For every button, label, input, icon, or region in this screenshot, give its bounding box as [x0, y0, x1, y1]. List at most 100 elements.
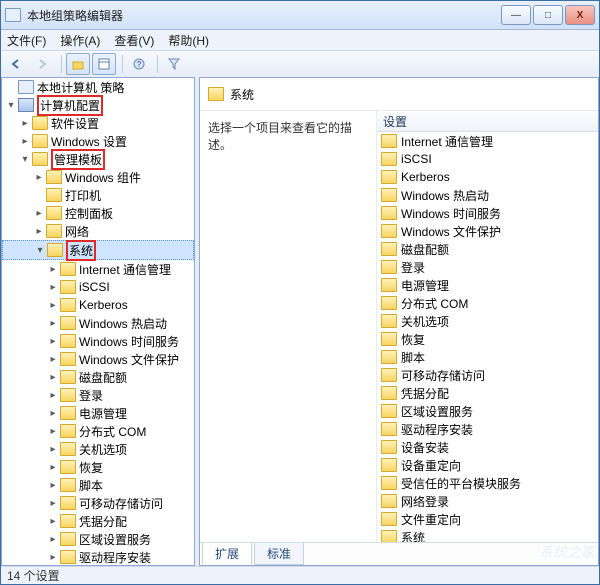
expand-icon[interactable]: ▸: [48, 462, 58, 473]
settings-list[interactable]: 设置 Internet 通信管理iSCSIKerberosWindows 热启动…: [377, 111, 598, 542]
list-item[interactable]: 受信任的平台模块服务: [377, 474, 598, 492]
tab-standard[interactable]: 标准: [254, 543, 304, 565]
list-item[interactable]: iSCSI: [377, 150, 598, 168]
tree-node[interactable]: ▸iSCSI: [2, 278, 194, 296]
expand-icon[interactable]: ▸: [48, 372, 58, 383]
tree-node[interactable]: ▸Windows 组件: [2, 168, 194, 186]
collapse-icon[interactable]: ▾: [20, 154, 30, 165]
menu-action[interactable]: 操作(A): [60, 32, 100, 49]
expand-icon[interactable]: ▸: [48, 264, 58, 275]
tree-node[interactable]: ▸分布式 COM: [2, 422, 194, 440]
expand-icon[interactable]: ▸: [20, 136, 30, 147]
expand-icon[interactable]: ▸: [48, 516, 58, 527]
tree-node[interactable]: ▾计算机配置: [2, 96, 194, 114]
list-item[interactable]: Windows 时间服务: [377, 204, 598, 222]
folder-icon: [46, 170, 62, 184]
tree-node[interactable]: ▸网络: [2, 222, 194, 240]
tree-node[interactable]: ▸登录: [2, 386, 194, 404]
forward-button[interactable]: [31, 53, 55, 75]
up-button[interactable]: [66, 53, 90, 75]
list-item[interactable]: 设备安装: [377, 438, 598, 456]
tree-node[interactable]: ▸脚本: [2, 476, 194, 494]
expand-icon[interactable]: ▸: [34, 226, 44, 237]
menu-view[interactable]: 查看(V): [114, 32, 154, 49]
list-item[interactable]: Kerberos: [377, 168, 598, 186]
list-item[interactable]: 可移动存储访问: [377, 366, 598, 384]
expand-icon[interactable]: ▸: [34, 172, 44, 183]
expand-icon[interactable]: ▸: [48, 444, 58, 455]
expand-icon[interactable]: ▸: [48, 282, 58, 293]
tree-node[interactable]: ▸驱动程序安装: [2, 548, 194, 566]
tree-node[interactable]: ▾系统: [2, 240, 194, 260]
tree-node[interactable]: ▸区域设置服务: [2, 530, 194, 548]
list-item[interactable]: 系统: [377, 528, 598, 542]
expand-icon[interactable]: ▸: [48, 480, 58, 491]
list-item[interactable]: 脚本: [377, 348, 598, 366]
folder-icon: [381, 530, 397, 542]
tree-node[interactable]: ▸关机选项: [2, 440, 194, 458]
list-item[interactable]: 磁盘配额: [377, 240, 598, 258]
list-item[interactable]: 驱动程序安装: [377, 420, 598, 438]
titlebar[interactable]: 本地组策略编辑器 — □ X: [1, 1, 599, 30]
tree-node[interactable]: ▸凭据分配: [2, 512, 194, 530]
list-item[interactable]: 关机选项: [377, 312, 598, 330]
folder-icon: [381, 458, 397, 472]
tree-node[interactable]: ▸电源管理: [2, 404, 194, 422]
tree-node[interactable]: ▸Windows 时间服务: [2, 332, 194, 350]
menu-help[interactable]: 帮助(H): [168, 32, 209, 49]
tree-node[interactable]: ▸Windows 热启动: [2, 314, 194, 332]
tree-node[interactable]: ▸软件设置: [2, 114, 194, 132]
list-item[interactable]: 恢复: [377, 330, 598, 348]
filter-button[interactable]: [162, 53, 186, 75]
list-item[interactable]: 区域设置服务: [377, 402, 598, 420]
tree-node[interactable]: ▸控制面板: [2, 204, 194, 222]
tree-node[interactable]: 本地计算机 策略: [2, 78, 194, 96]
list-item[interactable]: 分布式 COM: [377, 294, 598, 312]
tree-node[interactable]: ▸磁盘配额: [2, 368, 194, 386]
list-item-label: 设备安装: [401, 439, 449, 456]
menu-file[interactable]: 文件(F): [7, 32, 46, 49]
expand-icon[interactable]: ▸: [48, 498, 58, 509]
expand-icon[interactable]: ▸: [20, 118, 30, 129]
expand-icon[interactable]: ▸: [48, 318, 58, 329]
tree-node[interactable]: ▸Windows 设置: [2, 132, 194, 150]
folder-icon: [381, 134, 397, 148]
expand-icon[interactable]: ▸: [48, 552, 58, 563]
collapse-icon[interactable]: ▾: [35, 245, 45, 256]
list-item[interactable]: 设备重定向: [377, 456, 598, 474]
view-button[interactable]: [92, 53, 116, 75]
minimize-button[interactable]: —: [501, 5, 531, 25]
expand-icon[interactable]: ▸: [48, 300, 58, 311]
tree-node[interactable]: ▸Kerberos: [2, 296, 194, 314]
list-item-label: Windows 文件保护: [401, 223, 501, 240]
tree-node[interactable]: ▸Windows 文件保护: [2, 350, 194, 368]
tree-pane[interactable]: 本地计算机 策略▾计算机配置▸软件设置▸Windows 设置▾管理模板▸Wind…: [1, 77, 195, 566]
expand-icon[interactable]: ▸: [48, 534, 58, 545]
maximize-button[interactable]: □: [533, 5, 563, 25]
tab-extended[interactable]: 扩展: [202, 543, 252, 565]
expand-icon[interactable]: ▸: [34, 208, 44, 219]
tree-node[interactable]: 打印机: [2, 186, 194, 204]
expand-icon[interactable]: ▸: [48, 336, 58, 347]
tree-node[interactable]: ▾管理模板: [2, 150, 194, 168]
expand-icon[interactable]: ▸: [48, 390, 58, 401]
list-item[interactable]: 网络登录: [377, 492, 598, 510]
help-button[interactable]: ?: [127, 53, 151, 75]
expand-icon[interactable]: ▸: [48, 426, 58, 437]
close-button[interactable]: X: [565, 5, 595, 25]
back-button[interactable]: [5, 53, 29, 75]
list-item[interactable]: Windows 热启动: [377, 186, 598, 204]
tree-node[interactable]: ▸Internet 通信管理: [2, 260, 194, 278]
list-item[interactable]: Internet 通信管理: [377, 132, 598, 150]
expand-icon[interactable]: ▸: [48, 408, 58, 419]
tree-node[interactable]: ▸可移动存储访问: [2, 494, 194, 512]
list-item[interactable]: Windows 文件保护: [377, 222, 598, 240]
column-header-settings[interactable]: 设置: [377, 111, 598, 132]
collapse-icon[interactable]: ▾: [6, 100, 16, 111]
list-item[interactable]: 电源管理: [377, 276, 598, 294]
list-item[interactable]: 凭据分配: [377, 384, 598, 402]
list-item[interactable]: 登录: [377, 258, 598, 276]
expand-icon[interactable]: ▸: [48, 354, 58, 365]
list-item[interactable]: 文件重定向: [377, 510, 598, 528]
tree-node[interactable]: ▸恢复: [2, 458, 194, 476]
